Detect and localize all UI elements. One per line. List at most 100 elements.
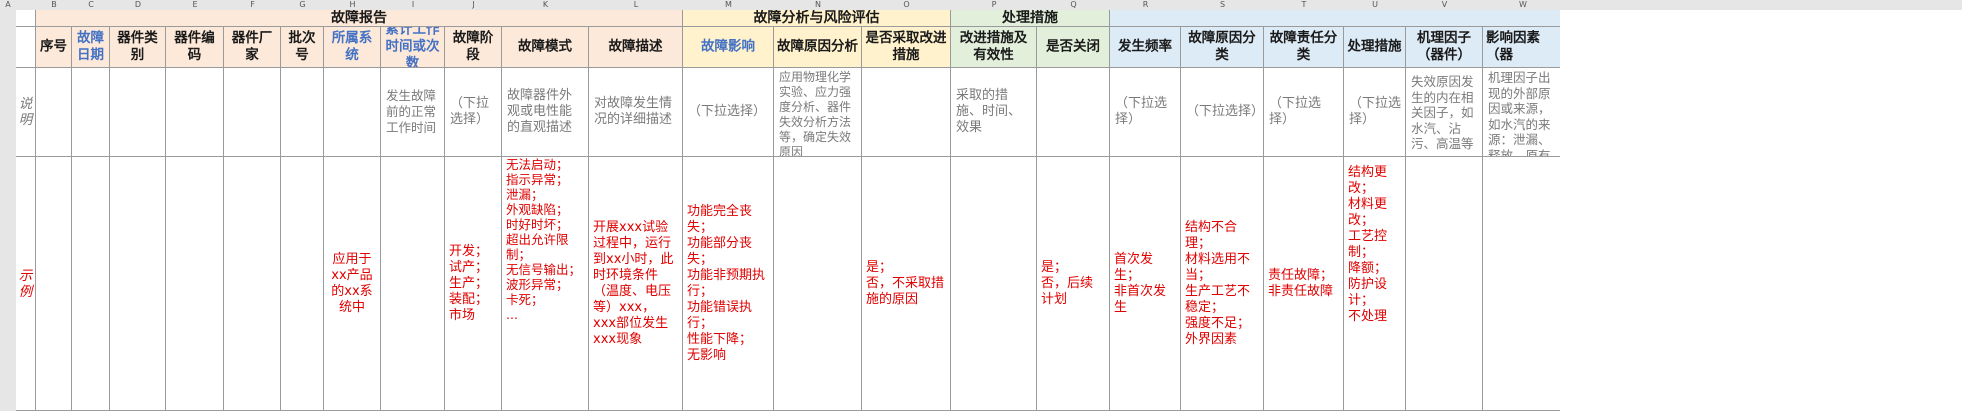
header-improve-effect[interactable]: 改进措施及有效性 bbox=[951, 27, 1037, 68]
cell-explain-improve-yn[interactable] bbox=[862, 68, 951, 157]
column-letter-w[interactable]: W bbox=[1483, 0, 1563, 10]
header-row-label-cell[interactable] bbox=[16, 27, 36, 68]
cell-example-phase[interactable]: 开发； 试产； 生产； 装配； 市场 bbox=[445, 157, 502, 411]
column-letter-f[interactable]: F bbox=[224, 0, 281, 10]
cell-example-code[interactable] bbox=[166, 157, 224, 411]
group-fault-report[interactable]: 故障报告 bbox=[36, 10, 683, 27]
column-letter-v[interactable]: V bbox=[1406, 0, 1483, 10]
cell-explain-cause-class[interactable]: （下拉选择） bbox=[1181, 68, 1264, 157]
cell-explain-seq[interactable] bbox=[36, 68, 72, 157]
column-letter-r[interactable]: R bbox=[1110, 0, 1181, 10]
column-letter-t[interactable]: T bbox=[1264, 0, 1344, 10]
row-label-example[interactable]: 示例 bbox=[16, 157, 36, 411]
header-code[interactable]: 器件编码 bbox=[166, 27, 224, 68]
cell-example-closed[interactable]: 是； 否，后续计划 bbox=[1037, 157, 1110, 411]
cell-example-seq[interactable] bbox=[36, 157, 72, 411]
column-letter-b[interactable]: B bbox=[36, 0, 72, 10]
header-cause-analysis[interactable]: 故障原因分析 bbox=[774, 27, 862, 68]
cell-example-impact[interactable]: 功能完全丧失； 功能部分丧失； 功能非预期执行； 功能错误执行； 性能下降； 无… bbox=[683, 157, 774, 411]
column-letter-l[interactable]: L bbox=[589, 0, 683, 10]
cell-example-resp-class[interactable]: 责任故障； 非责任故障 bbox=[1264, 157, 1344, 411]
column-letter-h[interactable]: H bbox=[324, 0, 381, 10]
column-letter-a[interactable]: A bbox=[0, 0, 16, 10]
header-cause-class[interactable]: 故障原因分类 bbox=[1181, 27, 1264, 68]
cell-explain-resp-class[interactable]: （下拉选择） bbox=[1264, 68, 1344, 157]
cell-example-cause-class[interactable]: 结构不合理； 材料选用不当； 生产工艺不稳定； 强度不足； 外界因素 bbox=[1181, 157, 1264, 411]
cell-example-mode[interactable]: 无法启动； 指示异常； 泄漏； 外观缺陷； 时好时坏； 超出允许限制； 无信号输… bbox=[502, 157, 589, 411]
cell-example-work-time[interactable] bbox=[381, 157, 445, 411]
cell-explain-handling[interactable]: （下拉选择） bbox=[1344, 68, 1406, 157]
cell-example-freq[interactable]: 首次发生； 非首次发生 bbox=[1110, 157, 1181, 411]
header-handling[interactable]: 处理措施 bbox=[1344, 27, 1406, 68]
empty-sheet-area[interactable] bbox=[1560, 10, 1962, 411]
column-letter-c[interactable]: C bbox=[72, 0, 110, 10]
cell-explain-category[interactable] bbox=[110, 68, 166, 157]
header-closed[interactable]: 是否关闭 bbox=[1037, 27, 1110, 68]
cell-explain-date[interactable] bbox=[72, 68, 110, 157]
header-phase[interactable]: 故障阶段 bbox=[445, 27, 502, 68]
column-letter-m[interactable]: M bbox=[683, 0, 774, 10]
cell-explain-influence[interactable]: 机理因子出现的外部原因或来源，如水汽的来源：泄漏、释放、原有等 bbox=[1483, 68, 1560, 157]
header-desc[interactable]: 故障描述 bbox=[589, 27, 683, 68]
cell-example-date[interactable] bbox=[72, 157, 110, 411]
cell-explain-maker[interactable] bbox=[224, 68, 281, 157]
cell-explain-freq[interactable]: （下拉选择） bbox=[1110, 68, 1181, 157]
cell-example-handling[interactable]: 结构更改； 材料更改； 工艺控制； 降额； 防护设计； 不处理 bbox=[1344, 157, 1406, 411]
cell-explain-system[interactable] bbox=[324, 68, 381, 157]
header-batch[interactable]: 批次号 bbox=[281, 27, 324, 68]
header-work-time[interactable]: 累计工作时间或次数 bbox=[381, 27, 445, 68]
group-fault-analysis[interactable]: 故障分析与风险评估 bbox=[683, 10, 951, 27]
cell-example-cause-analysis[interactable] bbox=[774, 157, 862, 411]
explain-mode-text: 故障器件外观或电性能的直观描述 bbox=[507, 88, 573, 135]
corner-cell[interactable] bbox=[16, 10, 36, 27]
header-mode[interactable]: 故障模式 bbox=[502, 27, 589, 68]
column-letter-d[interactable]: D bbox=[110, 0, 166, 10]
cell-explain-code[interactable] bbox=[166, 68, 224, 157]
header-mech-factor[interactable]: 机理因子（器件） bbox=[1406, 27, 1483, 68]
header-date[interactable]: 故障日期 bbox=[72, 27, 110, 68]
cell-example-maker[interactable] bbox=[224, 157, 281, 411]
column-letter-n[interactable]: N bbox=[774, 0, 862, 10]
column-letter-p[interactable]: P bbox=[951, 0, 1037, 10]
cell-example-category[interactable] bbox=[110, 157, 166, 411]
header-category[interactable]: 器件类别 bbox=[110, 27, 166, 68]
column-letter-i[interactable]: I bbox=[381, 0, 445, 10]
cell-example-desc[interactable]: 开展xxx试验过程中，运行到xx小时，此时环境条件（温度、电压等）xxx，xxx… bbox=[589, 157, 683, 411]
header-maker[interactable]: 器件厂家 bbox=[224, 27, 281, 68]
header-resp-class[interactable]: 故障责任分类 bbox=[1264, 27, 1344, 68]
cell-explain-phase[interactable]: （下拉选择） bbox=[445, 68, 502, 157]
cell-explain-work-time[interactable]: 发生故障前的正常工作时间 bbox=[381, 68, 445, 157]
column-letter-k[interactable]: K bbox=[502, 0, 589, 10]
column-letter-q[interactable]: Q bbox=[1037, 0, 1110, 10]
cell-explain-mech-factor[interactable]: 失效原因发生的内在相关因子，如水汽、沾污、高温等 bbox=[1406, 68, 1483, 157]
header-seq[interactable]: 序号 bbox=[36, 27, 72, 68]
cell-explain-batch[interactable] bbox=[281, 68, 324, 157]
header-freq[interactable]: 发生频率 bbox=[1110, 27, 1181, 68]
column-letter-j[interactable]: J bbox=[445, 0, 502, 10]
header-influence[interactable]: 影响因素（器 bbox=[1483, 27, 1560, 68]
group-measures[interactable]: 处理措施 bbox=[951, 10, 1110, 27]
cell-example-batch[interactable] bbox=[281, 157, 324, 411]
cell-explain-cause-analysis[interactable]: 应用物理化学实验、应力强度分析、器件失效分析方法等，确定失效原因 bbox=[774, 68, 862, 157]
column-letter-s[interactable]: S bbox=[1181, 0, 1264, 10]
cell-example-system[interactable]: 应用于xx产品的xx系统中 bbox=[324, 157, 381, 411]
cell-example-improve-effect[interactable] bbox=[951, 157, 1037, 411]
cell-example-influence[interactable] bbox=[1483, 157, 1560, 411]
column-letter-g[interactable]: G bbox=[281, 0, 324, 10]
header-impact[interactable]: 故障影响 bbox=[683, 27, 774, 68]
cell-example-improve-yn[interactable]: 是； 否，不采取措施的原因 bbox=[862, 157, 951, 411]
cell-example-mech-factor[interactable] bbox=[1406, 157, 1483, 411]
header-improve-yn[interactable]: 是否采取改进措施 bbox=[862, 27, 951, 68]
cell-explain-impact[interactable]: （下拉选择） bbox=[683, 68, 774, 157]
group-extra[interactable] bbox=[1110, 10, 1560, 27]
column-letter-u[interactable]: U bbox=[1344, 0, 1406, 10]
column-letter-o[interactable]: O bbox=[862, 0, 951, 10]
explain-work-time-text: 发生故障前的正常工作时间 bbox=[386, 88, 437, 135]
cell-explain-desc[interactable]: 对故障发生情况的详细描述 bbox=[589, 68, 683, 157]
header-system[interactable]: 所属系统 bbox=[324, 27, 381, 68]
cell-explain-closed[interactable] bbox=[1037, 68, 1110, 157]
row-label-explain[interactable]: 说明 bbox=[16, 68, 36, 157]
cell-explain-improve-effect[interactable]: 采取的措施、时间、效果 bbox=[951, 68, 1037, 157]
column-letter-e[interactable]: E bbox=[166, 0, 224, 10]
cell-explain-mode[interactable]: 故障器件外观或电性能的直观描述 bbox=[502, 68, 589, 157]
